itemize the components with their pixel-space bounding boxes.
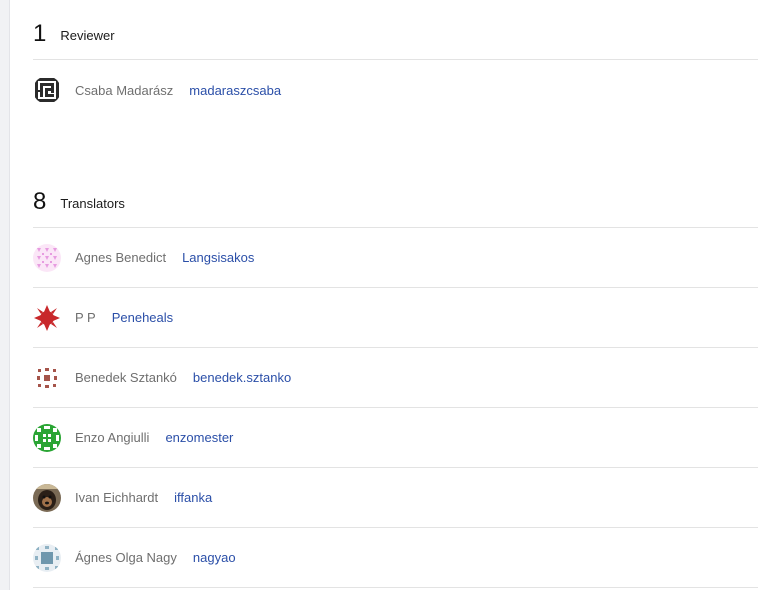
member-username-link[interactable]: enzomester [165, 430, 233, 445]
list-item: Agnes Benedict Langsisakos [33, 228, 758, 288]
avatar[interactable] [33, 363, 61, 392]
member-username-link[interactable]: madaraszcsaba [189, 83, 281, 98]
list-item: Ivan Eichhardt iffanka [33, 468, 758, 528]
reviewers-header: 1 Reviewer [33, 0, 758, 60]
member-username-link[interactable]: iffanka [174, 490, 212, 505]
member-username-link[interactable]: benedek.sztanko [193, 370, 291, 385]
avatar[interactable] [33, 303, 61, 332]
member-name: Enzo Angiulli [75, 430, 150, 445]
list-item: Benedek Sztankó benedek.sztanko [33, 348, 758, 408]
list-item: P P Peneheals [33, 288, 758, 348]
translators-section: 8 Translators Agnes Benedict Langsisakos… [33, 168, 758, 588]
member-name: Agnes Benedict [75, 250, 167, 265]
translators-header: 8 Translators [33, 168, 758, 228]
member-username-link[interactable]: Peneheals [112, 310, 173, 325]
member-name: Csaba Madarász [75, 82, 174, 98]
member-name: P P [75, 310, 96, 325]
list-item: Csaba Madarász madaraszcsaba [33, 60, 758, 120]
reviewers-count: 1 [33, 20, 47, 47]
avatar[interactable] [33, 243, 61, 272]
left-rail [0, 0, 10, 590]
member-username-link[interactable]: nagyao [193, 550, 236, 565]
list-item: Ágnes Olga Nagy nagyao [33, 528, 758, 588]
reviewers-section: 1 Reviewer Csaba Madarász madaraszcsaba [33, 0, 758, 120]
contributors-page: 1 Reviewer Csaba Madarász madaraszcsaba … [0, 0, 758, 590]
member-username-link[interactable]: Langsisakos [182, 250, 254, 265]
avatar[interactable] [33, 543, 61, 572]
translators-count: 8 [33, 188, 47, 215]
avatar[interactable] [33, 423, 61, 452]
member-name: Ágnes Olga Nagy [75, 550, 177, 565]
translators-label: Translators [60, 196, 125, 211]
member-name: Benedek Sztankó [75, 370, 177, 385]
reviewers-label: Reviewer [60, 28, 115, 43]
list-item: Enzo Angiulli enzomester [33, 408, 758, 468]
avatar[interactable] [33, 76, 61, 104]
member-name: Ivan Eichhardt [75, 490, 159, 505]
avatar[interactable] [33, 483, 61, 512]
